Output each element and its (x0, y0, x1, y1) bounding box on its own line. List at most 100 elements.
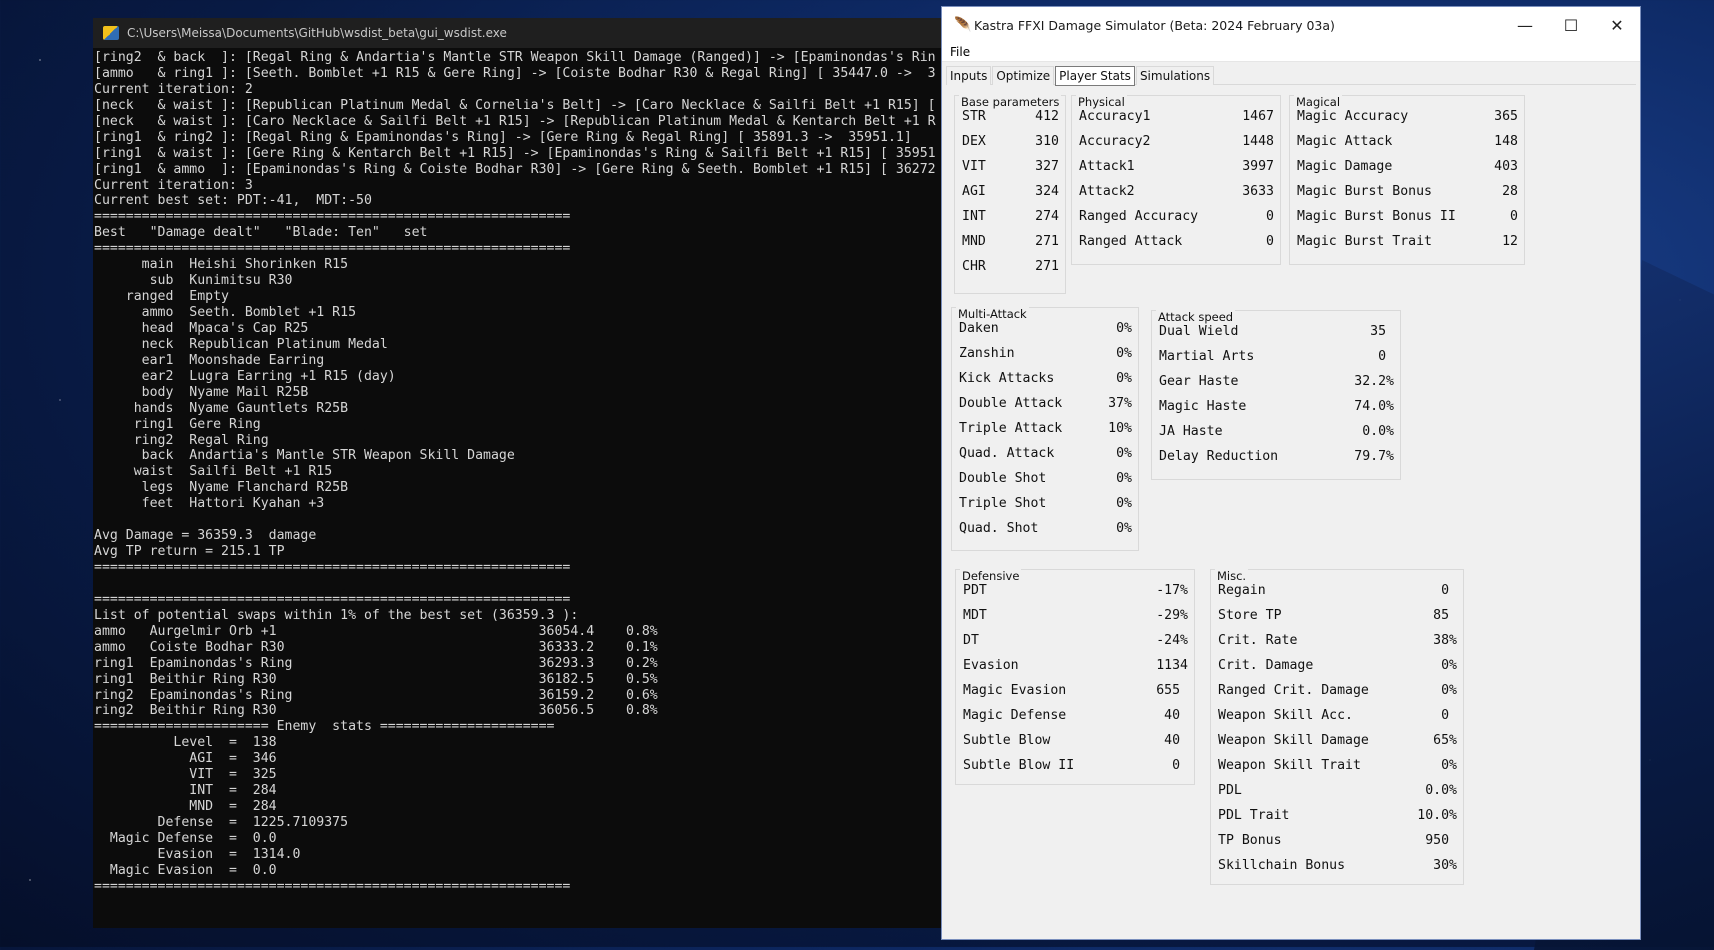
console-line: ammo Seeth. Bomblet +1 R15 (94, 305, 357, 320)
console-line: hands Nyame Gauntlets R25B (94, 400, 349, 416)
stat-row: Kick Attacks 0% (959, 366, 1132, 391)
stat-value: 28 (1502, 184, 1518, 199)
stat-value: 74.0% (1354, 399, 1394, 414)
stat-label: Ranged Accuracy (1079, 209, 1199, 224)
stat-row: CHR 271 (962, 254, 1059, 279)
stat-row: Ranged Crit. Damage 0% (1218, 678, 1457, 703)
stat-row: Magic Burst Trait 12 (1297, 229, 1518, 254)
stat-value: 65% (1433, 733, 1457, 748)
console-line: Current best set: PDT:-41, MDT:-50 (94, 193, 372, 209)
stat-label: Regain (1218, 583, 1266, 598)
stat-label: DT (963, 633, 979, 648)
console-line: body Nyame Mail R25B (94, 384, 309, 400)
close-button[interactable]: ✕ (1594, 7, 1640, 43)
app-window: 🪶 Kastra FFXI Damage Simulator (Beta: 20… (941, 6, 1641, 940)
stat-value: 0% (1116, 346, 1132, 361)
stat-label: Skillchain Bonus (1218, 858, 1346, 873)
stat-row: Regain 0 (1218, 578, 1457, 603)
stat-value: 37% (1108, 396, 1132, 411)
console-line: ring1 Gere Ring (94, 416, 261, 432)
stat-value: 1448 (1242, 134, 1274, 149)
frame-physical: Physical Accuracy1 1467 Accuracy2 1448 Attack… (1071, 95, 1281, 265)
stat-label: Quad. Attack (959, 446, 1055, 461)
stat-value: -17% (1156, 583, 1188, 598)
console-line: ========================================… (94, 209, 571, 225)
console-line: Magic Defense = 0.0 (94, 830, 277, 846)
stat-value: 327 (1035, 159, 1059, 174)
frame-misc: Misc. Regain 0 Store TP 85 Crit. Rate 38% Cri… (1210, 569, 1464, 885)
stat-row: Skillchain Bonus 30% (1218, 853, 1457, 878)
stat-row: Subtle Blow 40 (963, 728, 1188, 753)
console-line: main Heishi Shorinken R15 (94, 257, 349, 273)
stat-value: 0 (1266, 209, 1274, 224)
stat-row: STR 412 (962, 104, 1059, 129)
console-line: INT = 284 (94, 783, 277, 799)
stat-label: Ranged Attack (1079, 234, 1183, 249)
app-title: Kastra FFXI Damage Simulator (Beta: 2024… (974, 17, 1335, 33)
stat-row: PDL Trait 10.0% (1218, 803, 1457, 828)
stat-value: 0 (1378, 349, 1394, 364)
stat-row: Magic Accuracy 365 (1297, 104, 1518, 129)
tab-inputs[interactable]: Inputs (946, 66, 992, 85)
stat-value: 0.0% (1362, 424, 1394, 439)
console-titlebar[interactable]: C:\Users\Meissa\Documents\GitHub\wsdist_… (93, 18, 953, 48)
minimize-button[interactable]: — (1502, 7, 1548, 43)
stat-label: DEX (962, 134, 986, 149)
stat-row: Zanshin 0% (959, 341, 1132, 366)
stat-value: 35 (1370, 324, 1394, 339)
menu-file[interactable]: File (948, 45, 972, 59)
stat-row: PDL 0.0% (1218, 778, 1457, 803)
console-line: Level = 138 (94, 735, 277, 751)
stat-label: Triple Shot (959, 496, 1047, 511)
stat-row: Accuracy1 1467 (1079, 104, 1274, 129)
stat-value: 0% (1441, 658, 1457, 673)
stat-row: VIT 327 (962, 154, 1059, 179)
stat-value: 0% (1116, 496, 1132, 511)
console-line: ====================== Enemy stats =====… (94, 719, 555, 735)
stat-label: CHR (962, 259, 986, 274)
console-line: MND = 284 (94, 799, 277, 815)
maximize-button[interactable]: ☐ (1548, 7, 1594, 43)
console-line: [ring2 & back ]: [Regal Ring & Andartia'… (94, 50, 936, 65)
stat-row: Triple Attack 10% (959, 416, 1132, 441)
app-titlebar[interactable]: 🪶 Kastra FFXI Damage Simulator (Beta: 20… (942, 7, 1640, 43)
stat-value: -24% (1156, 633, 1188, 648)
console-line: List of potential swaps within 1% of the… (94, 607, 579, 623)
stat-label: Martial Arts (1159, 349, 1255, 364)
stat-label: INT (962, 209, 986, 224)
stat-value: 79.7% (1354, 449, 1394, 464)
stat-label: Magic Burst Trait (1297, 234, 1432, 249)
console-line: ring2 Epaminondas's Ring 36159.2 0.6% (94, 687, 658, 703)
console-line: ring2 Beithir Ring R30 36056.5 0.8% (94, 703, 658, 719)
stat-label: JA Haste (1159, 424, 1223, 439)
stat-row: Crit. Damage 0% (1218, 653, 1457, 678)
stat-label: Triple Attack (959, 421, 1063, 436)
stat-label: Gear Haste (1159, 374, 1239, 389)
stat-value: 274 (1035, 209, 1059, 224)
console-window: C:\Users\Meissa\Documents\GitHub\wsdist_… (93, 18, 953, 928)
frame-magical: Magical Magic Accuracy 365 Magic Attack 148 M… (1289, 95, 1525, 265)
stat-label: Ranged Crit. Damage (1218, 683, 1369, 698)
stat-label: Evasion (963, 658, 1019, 673)
console-line: ========================================… (94, 878, 571, 894)
stat-value: 0% (1116, 371, 1132, 386)
stat-value: 38% (1433, 633, 1457, 648)
stat-row: Attack2 3633 (1079, 179, 1274, 204)
stat-value: 0% (1116, 446, 1132, 461)
tab-simulations[interactable]: Simulations (1135, 66, 1215, 85)
console-line: [neck & waist ]: [Caro Necklace & Sailfi… (94, 113, 936, 129)
stat-value: 655 (1156, 683, 1188, 698)
frame-multi-attack: Multi-Attack Daken 0% Zanshin 0% Kick Attacks… (951, 307, 1139, 551)
tab-player-stats[interactable]: Player Stats (1055, 66, 1135, 86)
stat-row: Attack1 3997 (1079, 154, 1274, 179)
stat-row: INT 274 (962, 204, 1059, 229)
stat-label: Magic Defense (963, 708, 1067, 723)
stat-value: 12 (1502, 234, 1518, 249)
console-output: [ring2 & back ]: [Regal Ring & Andartia'… (93, 48, 953, 925)
stat-label: Dual Wield (1159, 324, 1239, 339)
frame-attack-speed: Attack speed Dual Wield 35 Martial Arts 0 G… (1151, 310, 1401, 480)
tab-optimize[interactable]: Optimize (992, 66, 1055, 85)
stat-label: Kick Attacks (959, 371, 1055, 386)
stat-label: Crit. Rate (1218, 633, 1298, 648)
